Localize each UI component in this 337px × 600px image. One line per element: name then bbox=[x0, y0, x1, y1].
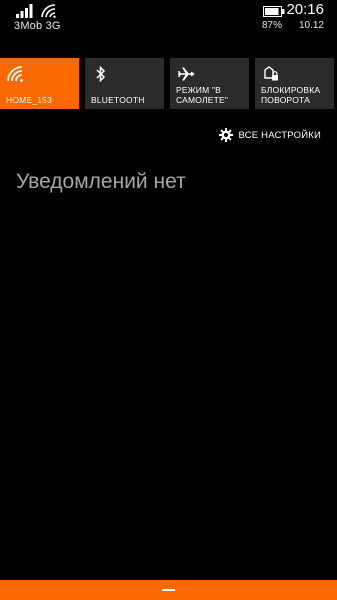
quick-action-airplane-mode[interactable]: РЕЖИМ "В САМОЛЕТЕ" bbox=[170, 58, 249, 109]
action-center-handle-bar[interactable] bbox=[0, 580, 337, 600]
signal-icon bbox=[16, 4, 33, 18]
status-bar: 3Mob 3G 87% 20:16 10.12 bbox=[0, 0, 337, 36]
rotation-lock-icon bbox=[264, 66, 278, 81]
quick-action-label: BLUETOOTH bbox=[91, 95, 145, 105]
drag-handle-icon[interactable] bbox=[162, 589, 175, 591]
wifi-icon bbox=[7, 66, 23, 82]
quick-action-wifi[interactable]: HOME_153 bbox=[0, 58, 79, 109]
wifi-icon bbox=[41, 4, 56, 18]
quick-actions: HOME_153 BLUETOOTH РЕЖИМ "В САМОЛЕТЕ" БЛ… bbox=[0, 58, 337, 109]
battery-percent: 87% bbox=[262, 20, 283, 31]
bluetooth-icon bbox=[96, 66, 106, 82]
battery-icon bbox=[263, 6, 285, 17]
all-settings-label: ВСЕ НАСТРОЙКИ bbox=[238, 129, 321, 141]
carrier-name: 3Mob 3G bbox=[14, 20, 61, 32]
quick-action-label: HOME_153 bbox=[6, 95, 53, 105]
quick-action-rotation-lock[interactable]: БЛОКИРОВКА ПОВОРОТА bbox=[255, 58, 334, 109]
clock-time: 20:16 bbox=[286, 1, 324, 18]
gear-icon bbox=[219, 128, 234, 142]
clock-date: 10.12 bbox=[298, 20, 324, 31]
airplane-icon bbox=[178, 67, 195, 81]
all-settings-link[interactable]: ВСЕ НАСТРОЙКИ bbox=[219, 127, 321, 143]
quick-action-bluetooth[interactable]: BLUETOOTH bbox=[85, 58, 164, 109]
no-notifications-text: Уведомлений нет bbox=[16, 170, 186, 193]
quick-action-label: РЕЖИМ "В САМОЛЕТЕ" bbox=[176, 85, 229, 105]
quick-action-label: БЛОКИРОВКА ПОВОРОТА bbox=[261, 85, 321, 105]
